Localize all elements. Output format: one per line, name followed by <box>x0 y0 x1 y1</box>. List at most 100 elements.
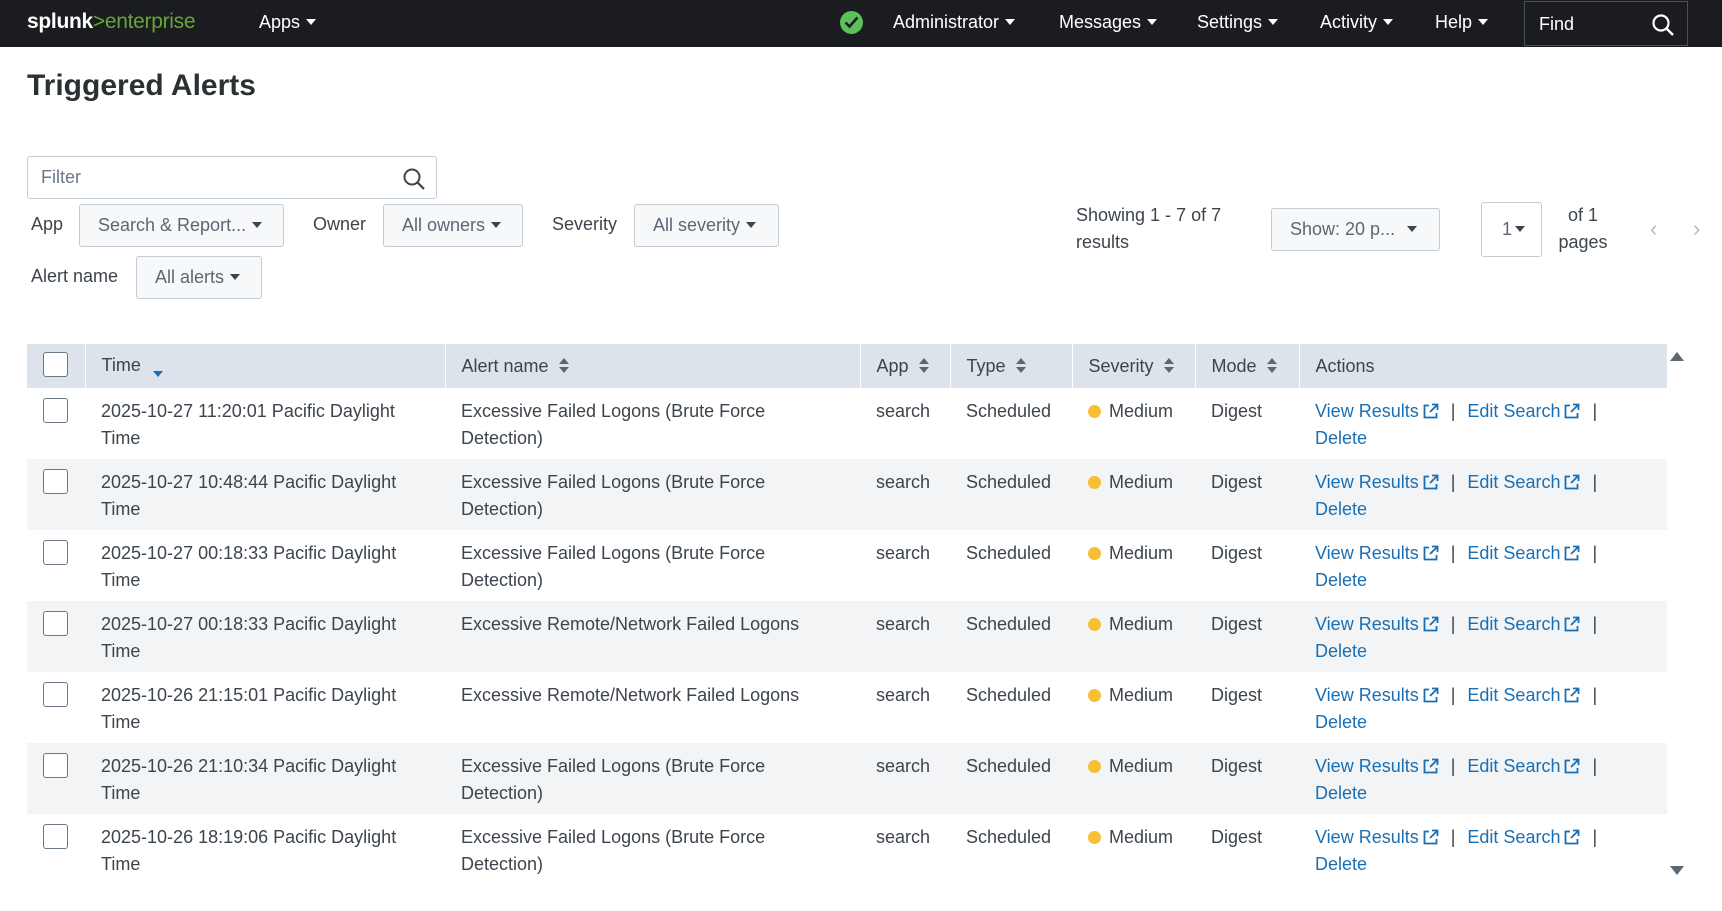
caret-down-icon <box>1268 19 1279 25</box>
chevron-left-icon[interactable]: ‹ <box>1650 216 1657 242</box>
mode-cell: Digest <box>1211 685 1263 705</box>
filter-field[interactable] <box>27 156 437 199</box>
external-link-icon <box>1423 758 1439 774</box>
severity-dot-icon <box>1088 405 1101 418</box>
severity-filter-dropdown[interactable]: All severity <box>634 204 779 247</box>
external-link-icon <box>1423 474 1439 490</box>
owner-filter-label: Owner <box>313 214 367 234</box>
external-link-icon <box>1565 758 1580 774</box>
sort-icon <box>918 357 929 374</box>
row-select-cell <box>27 743 85 814</box>
app-cell: search <box>860 459 950 530</box>
search-icon[interactable] <box>1651 13 1675 37</box>
edit-search-link[interactable]: Edit Search <box>1467 756 1580 776</box>
sort-descending-icon <box>152 371 163 377</box>
settings-menu[interactable]: Settings <box>1197 12 1279 33</box>
time-column-header[interactable]: Time <box>85 344 446 388</box>
search-icon[interactable] <box>402 167 426 191</box>
find-input[interactable]: Find <box>1524 1 1688 46</box>
external-link-icon <box>1565 687 1580 703</box>
row-checkbox[interactable] <box>43 398 68 423</box>
row-checkbox[interactable] <box>43 824 68 849</box>
severity-dot-icon <box>1088 831 1101 844</box>
row-checkbox[interactable] <box>43 469 68 494</box>
table-row: 2025-10-27 00:18:33 Pacific Daylight Tim… <box>27 601 1667 672</box>
table-row: 2025-10-26 21:15:01 Pacific Daylight Tim… <box>27 672 1667 743</box>
mode-cell: Digest <box>1211 543 1263 563</box>
actions-cell: View Results | Edit Search | Delete <box>1315 685 1598 732</box>
mode-cell: Digest <box>1195 743 1299 814</box>
table-row: 2025-10-27 11:20:01 Pacific Daylight Tim… <box>27 388 1667 459</box>
actions-cell: View Results | Edit Search | Delete <box>1315 401 1598 448</box>
page-size-dropdown[interactable]: Show: 20 p... <box>1271 208 1440 251</box>
mode-cell: Digest <box>1195 601 1299 672</box>
external-link-icon <box>1565 545 1580 561</box>
filter-input[interactable] <box>41 167 381 188</box>
alert-name-cell: Excessive Failed Logons (Brute Force Det… <box>461 401 766 448</box>
delete-link[interactable]: Delete <box>1315 783 1367 803</box>
delete-link[interactable]: Delete <box>1315 570 1367 590</box>
severity-cell: Medium <box>1072 672 1195 743</box>
external-link-icon <box>1565 829 1580 845</box>
type-cell: Scheduled <box>966 685 1052 705</box>
caret-down-icon <box>1005 19 1016 25</box>
edit-search-link[interactable]: Edit Search <box>1467 401 1580 421</box>
view-results-link[interactable]: View Results <box>1315 401 1439 421</box>
activity-menu[interactable]: Activity <box>1320 12 1394 33</box>
view-results-link[interactable]: View Results <box>1315 614 1439 634</box>
user-menu[interactable]: Administrator <box>893 12 1016 33</box>
caret-down-icon <box>306 19 317 25</box>
alert-name-filter-dropdown[interactable]: All alerts <box>136 256 262 299</box>
view-results-link[interactable]: View Results <box>1315 685 1439 705</box>
severity-column-header[interactable]: Severity <box>1072 344 1196 388</box>
edit-search-link[interactable]: Edit Search <box>1467 614 1580 634</box>
caret-down-icon <box>1478 19 1489 25</box>
edit-search-link[interactable]: Edit Search <box>1467 543 1580 563</box>
row-checkbox[interactable] <box>43 753 68 778</box>
app-column-header[interactable]: App <box>860 344 951 388</box>
view-results-link[interactable]: View Results <box>1315 472 1439 492</box>
edit-search-link[interactable]: Edit Search <box>1467 827 1580 847</box>
alert-name-column-header[interactable]: Alert name <box>445 344 861 388</box>
alert-name-cell: Excessive Remote/Network Failed Logons <box>445 601 860 672</box>
chevron-right-icon[interactable]: › <box>1693 216 1700 242</box>
alerts-table: Time Alert name App Type Severity Mode A… <box>27 344 1668 885</box>
delete-link[interactable]: Delete <box>1315 854 1367 874</box>
view-results-link[interactable]: View Results <box>1315 543 1439 563</box>
help-menu[interactable]: Help <box>1435 12 1489 33</box>
delete-link[interactable]: Delete <box>1315 499 1367 519</box>
owner-filter-dropdown[interactable]: All owners <box>383 204 523 247</box>
select-all-checkbox[interactable] <box>43 352 68 377</box>
external-link-icon <box>1423 403 1439 419</box>
row-checkbox[interactable] <box>43 682 68 707</box>
table-scroll-down-icon[interactable] <box>1670 866 1684 875</box>
row-checkbox[interactable] <box>43 540 68 565</box>
type-column-header[interactable]: Type <box>950 344 1073 388</box>
actions-column-header: Actions <box>1299 344 1668 388</box>
mode-column-header[interactable]: Mode <box>1195 344 1300 388</box>
caret-down-icon <box>230 274 241 280</box>
edit-search-link[interactable]: Edit Search <box>1467 685 1580 705</box>
type-cell: Scheduled <box>966 543 1052 563</box>
delete-link[interactable]: Delete <box>1315 428 1367 448</box>
sort-icon <box>1266 357 1277 374</box>
delete-link[interactable]: Delete <box>1315 712 1367 732</box>
mode-cell: Digest <box>1211 827 1263 847</box>
health-status-icon[interactable] <box>840 11 863 34</box>
messages-menu[interactable]: Messages <box>1059 12 1158 33</box>
caret-down-icon <box>746 222 757 228</box>
edit-search-link[interactable]: Edit Search <box>1467 472 1580 492</box>
caret-down-icon <box>1515 226 1526 232</box>
view-results-link[interactable]: View Results <box>1315 756 1439 776</box>
apps-menu[interactable]: Apps <box>259 12 317 33</box>
type-cell: Scheduled <box>950 459 1072 530</box>
page-number-dropdown[interactable]: 1 <box>1481 202 1542 257</box>
delete-link[interactable]: Delete <box>1315 641 1367 661</box>
select-all-header <box>27 344 86 388</box>
table-scroll-up-icon[interactable] <box>1670 352 1684 361</box>
splunk-logo[interactable]: splunk>enterprise <box>27 10 196 34</box>
actions-cell: View Results | Edit Search | Delete <box>1299 743 1667 814</box>
view-results-link[interactable]: View Results <box>1315 827 1439 847</box>
app-filter-dropdown[interactable]: Search & Report... <box>79 204 284 247</box>
row-checkbox[interactable] <box>43 611 68 636</box>
